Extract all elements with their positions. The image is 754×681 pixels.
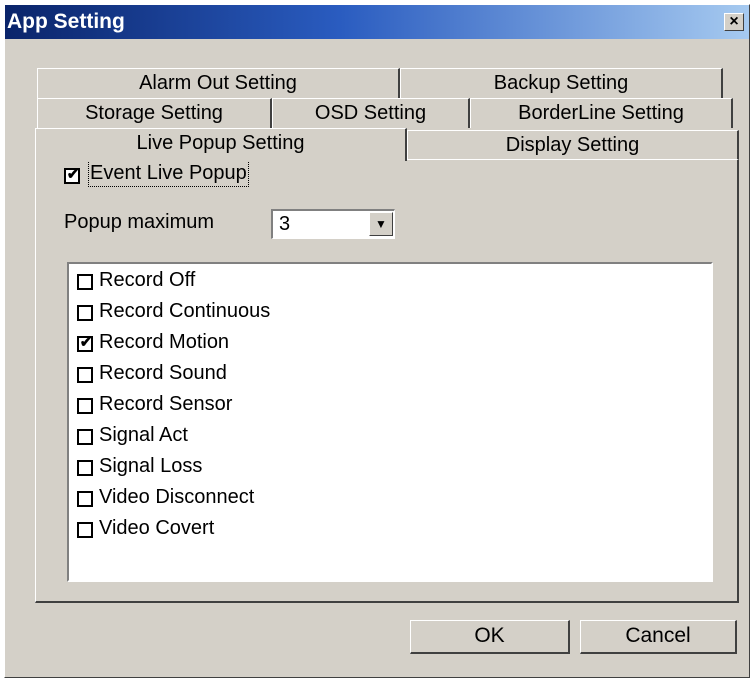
window-title: App Setting	[7, 10, 125, 33]
tab-display-setting[interactable]: Display Setting	[407, 130, 739, 160]
event-checkbox[interactable]	[77, 367, 93, 383]
checkmark-icon: ✔	[79, 334, 93, 351]
event-checkbox[interactable]: ✔	[77, 334, 93, 352]
event-checkbox[interactable]	[77, 274, 93, 290]
event-label: Record Off	[99, 269, 196, 291]
event-checkbox[interactable]	[77, 429, 93, 445]
tab-backup-setting[interactable]: Backup Setting	[400, 68, 723, 98]
event-checkbox[interactable]	[77, 398, 93, 414]
event-label: Record Motion	[99, 331, 230, 353]
cancel-button[interactable]: Cancel	[580, 620, 737, 654]
event-label: Video Disconnect	[99, 486, 255, 508]
tab-storage-setting[interactable]: Storage Setting	[37, 98, 272, 128]
event-label: Record Sound	[99, 362, 227, 384]
tab-alarm-out-setting[interactable]: Alarm Out Setting	[37, 68, 400, 98]
event-live-popup-checkbox[interactable]: ✔	[64, 166, 80, 184]
title-bar[interactable]: App Setting ×	[5, 5, 749, 39]
event-type-list[interactable]: Record Off Record Continuous ✔ Record Mo…	[67, 262, 713, 582]
tab-live-popup-setting[interactable]: Live Popup Setting	[35, 128, 407, 161]
popup-maximum-label: Popup maximum	[64, 211, 215, 233]
app-setting-dialog: App Setting × Alarm Out Setting Backup S…	[4, 4, 750, 678]
tab-osd-setting[interactable]: OSD Setting	[272, 98, 470, 128]
checkmark-icon: ✔	[66, 166, 80, 183]
event-label: Signal Act	[99, 424, 188, 446]
live-popup-panel: ✔ Event Live Popup Popup maximum 3 ▼ Rec…	[35, 159, 739, 603]
close-button[interactable]: ×	[724, 13, 744, 31]
event-label: Signal Loss	[99, 455, 203, 477]
popup-maximum-select[interactable]: 3 ▼	[271, 209, 395, 239]
event-checkbox[interactable]	[77, 522, 93, 538]
event-live-popup-label[interactable]: Event Live Popup	[88, 160, 249, 187]
event-checkbox[interactable]	[77, 460, 93, 476]
tab-borderline-setting[interactable]: BorderLine Setting	[470, 98, 733, 128]
popup-maximum-value: 3	[279, 213, 291, 235]
event-label: Record Sensor	[99, 393, 233, 415]
event-label: Video Covert	[99, 517, 215, 539]
event-checkbox[interactable]	[77, 305, 93, 321]
chevron-down-icon[interactable]: ▼	[369, 212, 393, 236]
ok-button[interactable]: OK	[410, 620, 570, 654]
event-checkbox[interactable]	[77, 491, 93, 507]
event-label: Record Continuous	[99, 300, 271, 322]
